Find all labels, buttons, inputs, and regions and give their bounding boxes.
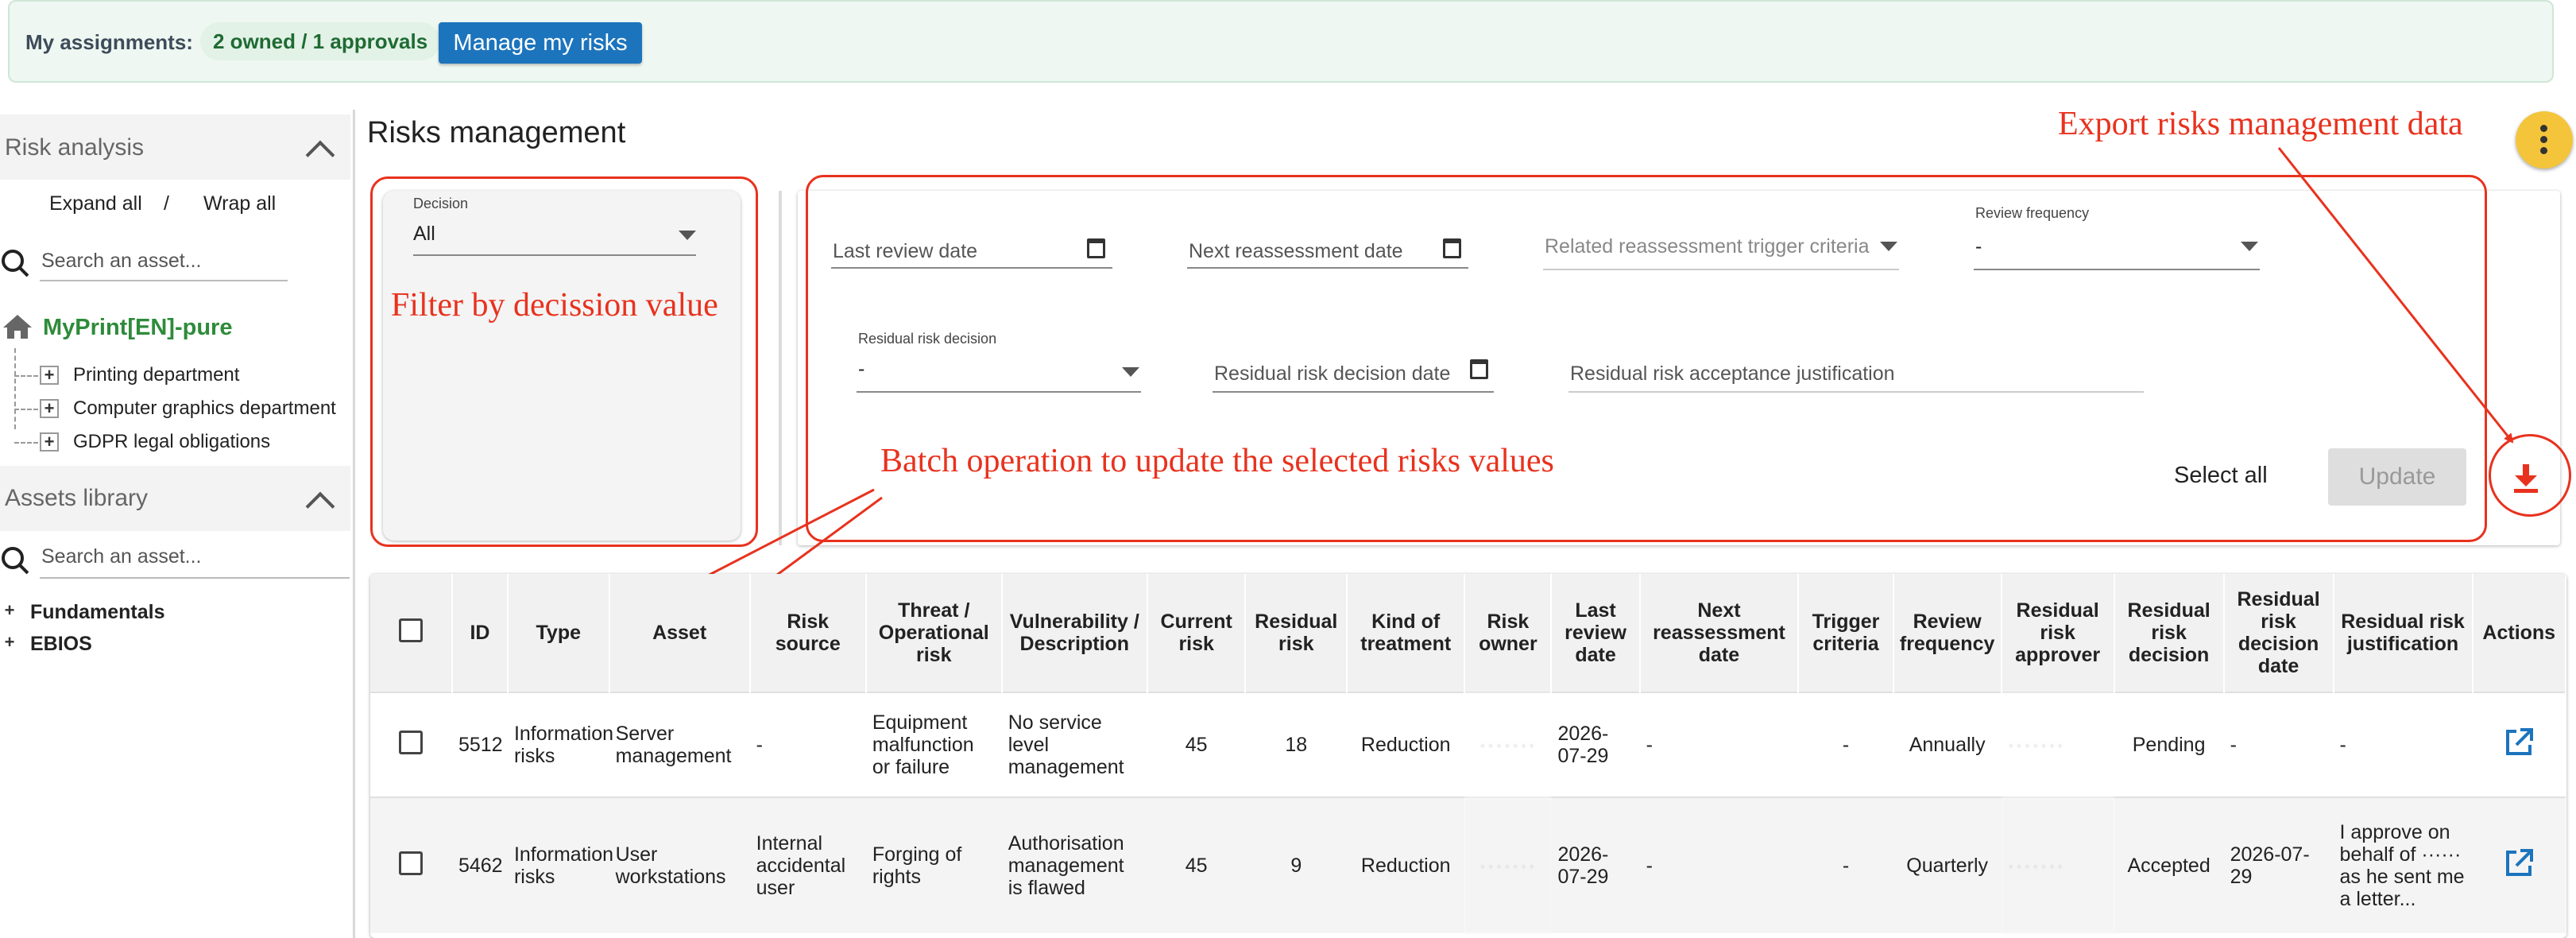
column-header[interactable]: Next reassessment date [1639,574,1800,692]
cell-current-risk: 45 [1147,692,1246,797]
row-actions [2472,692,2566,797]
cell-residual-risk: 18 [1245,692,1348,797]
column-header[interactable]: Residual risk decision date [2223,574,2334,692]
column-header[interactable]: Last review date [1551,574,1641,692]
cell-risk-owner: ······· [1464,692,1552,797]
column-header[interactable]: Kind of treatment [1347,574,1466,692]
open-external-icon[interactable] [2503,727,2535,758]
table-row[interactable]: 5512 Information risks Server management… [370,692,2566,797]
risks-table: ID Type Asset Risk source Threat / Opera… [370,574,2566,938]
cell-type: Information risks [507,692,613,797]
cell-approver: ······· [2001,797,2114,933]
column-header[interactable]: Residual risk decision [2114,574,2225,692]
column-header[interactable]: Risk owner [1464,574,1553,692]
row-checkbox[interactable] [370,692,452,797]
cell-asset: Server management [609,692,750,797]
cell-frequency: Quarterly [1893,797,2002,933]
column-header[interactable]: Threat / Operational risk [865,574,1003,692]
cell-decision-date: - [2223,692,2334,797]
column-header[interactable]: Trigger criteria [1798,574,1894,692]
column-header[interactable]: Current risk [1147,574,1247,692]
cell-risk-source: - [749,692,866,797]
column-header[interactable]: Review frequency [1893,574,2002,692]
column-header[interactable]: ID [451,574,509,692]
cell-id: 5462 [451,797,508,933]
cell-approver: ······· [2001,692,2114,797]
cell-treatment: Reduction [1347,692,1465,797]
cell-decision-date: 2026-07-29 [2223,797,2334,933]
cell-trigger: - [1798,797,1893,933]
cell-last-review: 2026-07-29 [1551,797,1640,933]
cell-type: Information risks [507,797,613,933]
table-header-row: ID Type Asset Risk source Threat / Opera… [370,574,2566,692]
column-header[interactable]: Residual risk approver [2001,574,2115,692]
cell-last-review: 2026-07-29 [1551,692,1640,797]
column-header[interactable]: Residual risk [1245,574,1348,692]
cell-current-risk: 45 [1147,797,1246,933]
cell-justification: I approve on behalf of ······ as he sent… [2333,797,2473,933]
cell-frequency: Annually [1893,692,2002,797]
row-actions [2472,797,2566,933]
cell-residual-risk: 9 [1245,797,1348,933]
cell-justification: - [2333,692,2473,797]
cell-treatment: Reduction [1347,797,1465,933]
cell-risk-owner: ······· [1464,797,1552,933]
cell-decision: Pending [2114,692,2224,797]
cell-next-reassessment: - [1639,797,1799,933]
column-header[interactable]: Risk source [749,574,867,692]
cell-id: 5512 [451,692,508,797]
cell-threat: Forging of rights [865,797,1002,933]
table-row[interactable]: 5462 Information risks User workstations… [370,797,2566,933]
column-header: Actions [2472,574,2566,692]
cell-vulnerability: Authorisation management is flawed [1001,797,1147,933]
cell-vulnerability: No service level management [1001,692,1147,797]
column-header[interactable]: Asset [609,574,751,692]
column-header[interactable]: Residual risk justification [2333,574,2474,692]
header-select-all-checkbox[interactable] [370,574,453,692]
cell-risk-source: Internal accidental user [749,797,866,933]
cell-decision: Accepted [2114,797,2224,933]
column-header[interactable]: Vulnerability / Description [1001,574,1148,692]
cell-trigger: - [1798,692,1893,797]
column-header[interactable]: Type [507,574,610,692]
cell-asset: User workstations [609,797,750,933]
row-checkbox[interactable] [370,797,452,933]
cell-threat: Equipment malfunction or failure [865,692,1002,797]
cell-next-reassessment: - [1639,692,1799,797]
open-external-icon[interactable] [2503,847,2535,879]
